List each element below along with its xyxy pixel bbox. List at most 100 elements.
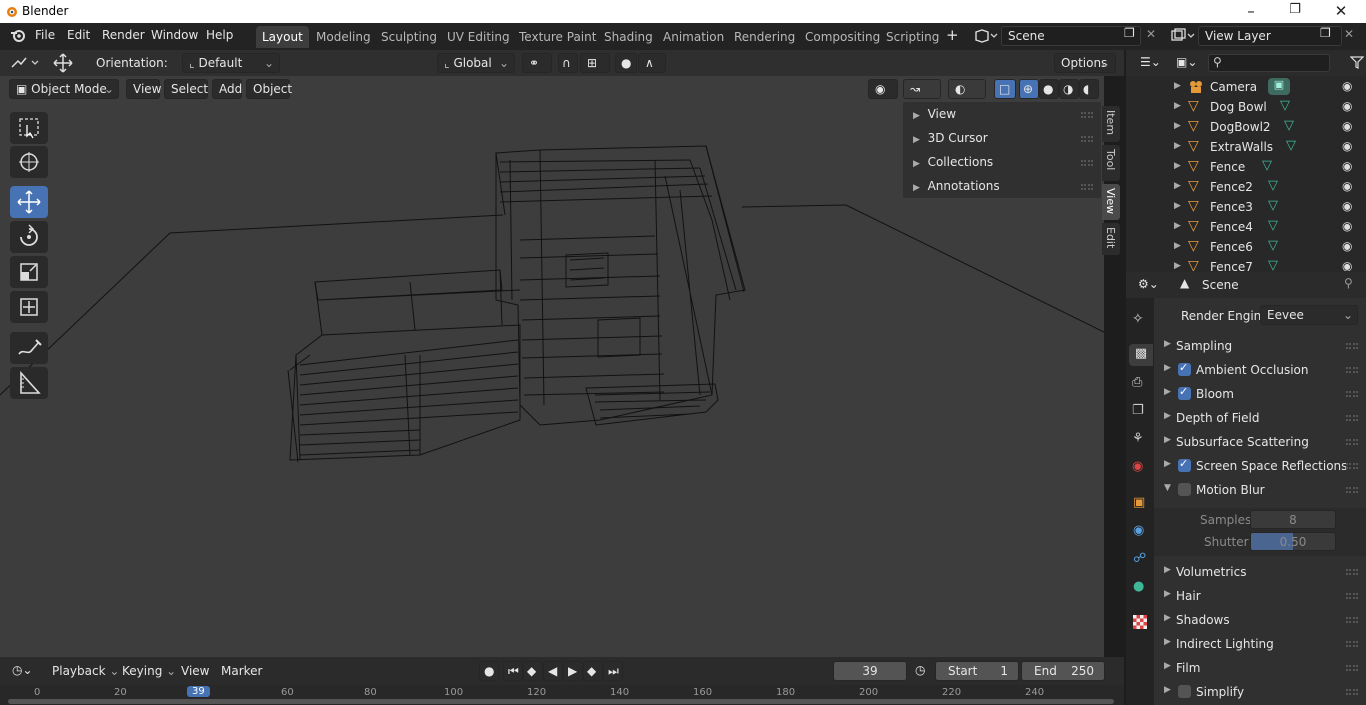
sidebar-tab-view[interactable]: View: [1102, 184, 1120, 220]
eye-icon[interactable]: ◉: [1342, 219, 1352, 233]
drag-grip-icon[interactable]: [1346, 439, 1358, 445]
playhead-frame-indicator[interactable]: 39: [187, 686, 210, 697]
next-keyframe-button[interactable]: ◆: [583, 661, 603, 681]
drag-grip-icon[interactable]: [1081, 184, 1093, 190]
rotate-tool[interactable]: [10, 221, 48, 253]
outliner-row-extrawalls[interactable]: ▶ ▽ ExtraWalls ▽ ◉: [1126, 137, 1366, 157]
drag-grip-icon[interactable]: [1346, 593, 1358, 599]
mode-dropdown[interactable]: ▣ Object Mode ⌄: [9, 79, 119, 99]
drag-grip-icon[interactable]: [1346, 689, 1358, 695]
panel-shadows[interactable]: ▶ Shadows: [1154, 608, 1366, 632]
jump-start-button[interactable]: ⏮: [503, 661, 523, 681]
drag-grip-icon[interactable]: [1346, 415, 1358, 421]
visibility-dropdown[interactable]: ◉: [868, 79, 898, 99]
end-frame-field[interactable]: End 250: [1021, 661, 1105, 681]
preview-range-icon[interactable]: ◷: [915, 663, 925, 677]
tab-rendering[interactable]: Rendering: [728, 26, 801, 48]
tab-shading[interactable]: Shading: [598, 26, 659, 48]
auto-keying-button[interactable]: ●: [479, 661, 499, 681]
transform-space-dropdown[interactable]: ⌞ Global ⌄: [437, 53, 515, 73]
menu-file[interactable]: File: [35, 28, 55, 42]
view-layer-tab-icon[interactable]: ❐: [1132, 403, 1144, 418]
display-mode-icon[interactable]: ▣⌄: [1176, 55, 1197, 69]
panel-indirect-lighting[interactable]: ▶ Indirect Lighting: [1154, 632, 1366, 656]
expand-triangle-icon[interactable]: ▶: [1174, 161, 1181, 171]
sidebar-tab-item[interactable]: Item: [1102, 106, 1120, 142]
panel-screen-space-reflections[interactable]: ▶ Screen Space Reflections: [1154, 454, 1366, 478]
outliner-row-dogbowl2[interactable]: ▶ ▽ DogBowl2 ▽ ◉: [1126, 117, 1366, 137]
sidebar-section-annotations[interactable]: ▶ Annotations: [913, 179, 1000, 193]
screen-space-reflections-checkbox[interactable]: [1178, 457, 1191, 472]
panel-bloom[interactable]: ▶ Bloom: [1154, 382, 1366, 406]
outliner-row-fence2[interactable]: ▶ ▽ Fence2 ▽ ◉: [1126, 177, 1366, 197]
gizmo-toggle[interactable]: ↝: [903, 79, 941, 99]
outliner-row-fence7[interactable]: ▶ ▽ Fence7 ▽ ◉: [1126, 257, 1366, 271]
proportional-edit-toggle[interactable]: ●: [615, 53, 637, 73]
constraints-tab-icon[interactable]: ☍: [1133, 551, 1146, 566]
tool-tab-icon[interactable]: ✧: [1132, 311, 1144, 327]
ambient-occlusion-checkbox[interactable]: [1178, 361, 1191, 376]
blender-menu-icon[interactable]: [10, 29, 26, 43]
panel-subsurface-scattering[interactable]: ▶ Subsurface Scattering: [1154, 430, 1366, 454]
sidebar-section-3d-cursor[interactable]: ▶ 3D Cursor: [913, 131, 988, 145]
panel-simplify[interactable]: ▶ Simplify: [1154, 680, 1366, 704]
outliner-search-input[interactable]: ⚲: [1208, 54, 1330, 72]
rendered-shading-button[interactable]: ◖: [1079, 79, 1099, 99]
expand-triangle-icon[interactable]: ▶: [1174, 201, 1181, 211]
play-button[interactable]: ▶: [563, 661, 583, 681]
xray-toggle[interactable]: □: [994, 79, 1016, 99]
timeline-scrollbar[interactable]: [8, 699, 1114, 704]
drag-grip-icon[interactable]: [1081, 136, 1093, 142]
material-shading-button[interactable]: ◑: [1059, 79, 1079, 99]
menu-render[interactable]: Render: [102, 28, 145, 42]
motion-blur-checkbox[interactable]: [1178, 483, 1191, 496]
expand-triangle-icon[interactable]: ▶: [1174, 241, 1181, 251]
eye-icon[interactable]: ◉: [1342, 239, 1352, 253]
viewport-menu-select[interactable]: Select: [164, 79, 208, 99]
menu-window[interactable]: Window: [151, 28, 198, 42]
render-engine-dropdown[interactable]: Eevee ⌄: [1260, 305, 1358, 325]
mesh-data-icon[interactable]: ▽: [1268, 178, 1278, 193]
viewport-menu-add[interactable]: Add: [212, 79, 242, 99]
prev-keyframe-button[interactable]: ◆: [523, 661, 543, 681]
panel-motion-blur[interactable]: ▼ Motion Blur: [1154, 478, 1366, 502]
tab-texture-paint[interactable]: Texture Paint: [513, 26, 602, 48]
select-box-tool[interactable]: [10, 112, 48, 144]
copy-view-layer-icon[interactable]: ❐: [1320, 26, 1331, 40]
eye-icon[interactable]: ◉: [1342, 139, 1352, 153]
tab-uv-editing[interactable]: UV Editing: [441, 26, 516, 48]
expand-triangle-icon[interactable]: ▶: [1174, 101, 1181, 111]
snap-toggle[interactable]: ∩: [558, 53, 578, 73]
output-tab-icon[interactable]: ⎙: [1132, 375, 1142, 390]
sidebar-tab-tool[interactable]: Tool: [1102, 145, 1120, 181]
menu-help[interactable]: Help: [206, 28, 233, 42]
mesh-data-icon[interactable]: ▽: [1284, 118, 1294, 133]
samples-field[interactable]: 8: [1250, 510, 1336, 529]
play-reverse-button[interactable]: ◀: [543, 661, 563, 681]
timeline-menu-view[interactable]: View: [181, 664, 209, 678]
physics-tab-icon[interactable]: ◉: [1133, 523, 1144, 538]
solid-shading-button[interactable]: ●: [1039, 79, 1059, 99]
simplify-checkbox[interactable]: [1178, 685, 1191, 698]
expand-triangle-icon[interactable]: ▶: [1174, 261, 1181, 271]
camera-data-icon[interactable]: ▣: [1268, 78, 1290, 95]
drag-grip-icon[interactable]: [1346, 487, 1358, 493]
tab-modeling[interactable]: Modeling: [310, 26, 377, 48]
mesh-data-icon[interactable]: ▽: [1286, 138, 1296, 153]
sidebar-section-view[interactable]: ▶ View: [913, 107, 956, 121]
tab-sculpting[interactable]: Sculpting: [375, 26, 443, 48]
cursor-tool[interactable]: [10, 146, 48, 178]
editor-type-icon[interactable]: [10, 55, 40, 71]
drag-grip-icon[interactable]: [1346, 641, 1358, 647]
expand-triangle-icon[interactable]: ▶: [1174, 81, 1181, 91]
wireframe-shading-button[interactable]: ⊕: [1019, 79, 1039, 99]
menu-edit[interactable]: Edit: [67, 28, 90, 42]
pin-icon[interactable]: ⚲: [1344, 276, 1353, 290]
tab-compositing[interactable]: Compositing: [799, 26, 886, 48]
panel-hair[interactable]: ▶ Hair: [1154, 584, 1366, 608]
close-icon[interactable]: ✕: [1326, 2, 1356, 20]
bloom-checkbox[interactable]: [1178, 385, 1191, 400]
timeline-menu-marker[interactable]: Marker: [221, 664, 262, 678]
object-data-tab-icon[interactable]: ●: [1133, 579, 1144, 594]
texture-tab-icon[interactable]: [1133, 615, 1147, 629]
